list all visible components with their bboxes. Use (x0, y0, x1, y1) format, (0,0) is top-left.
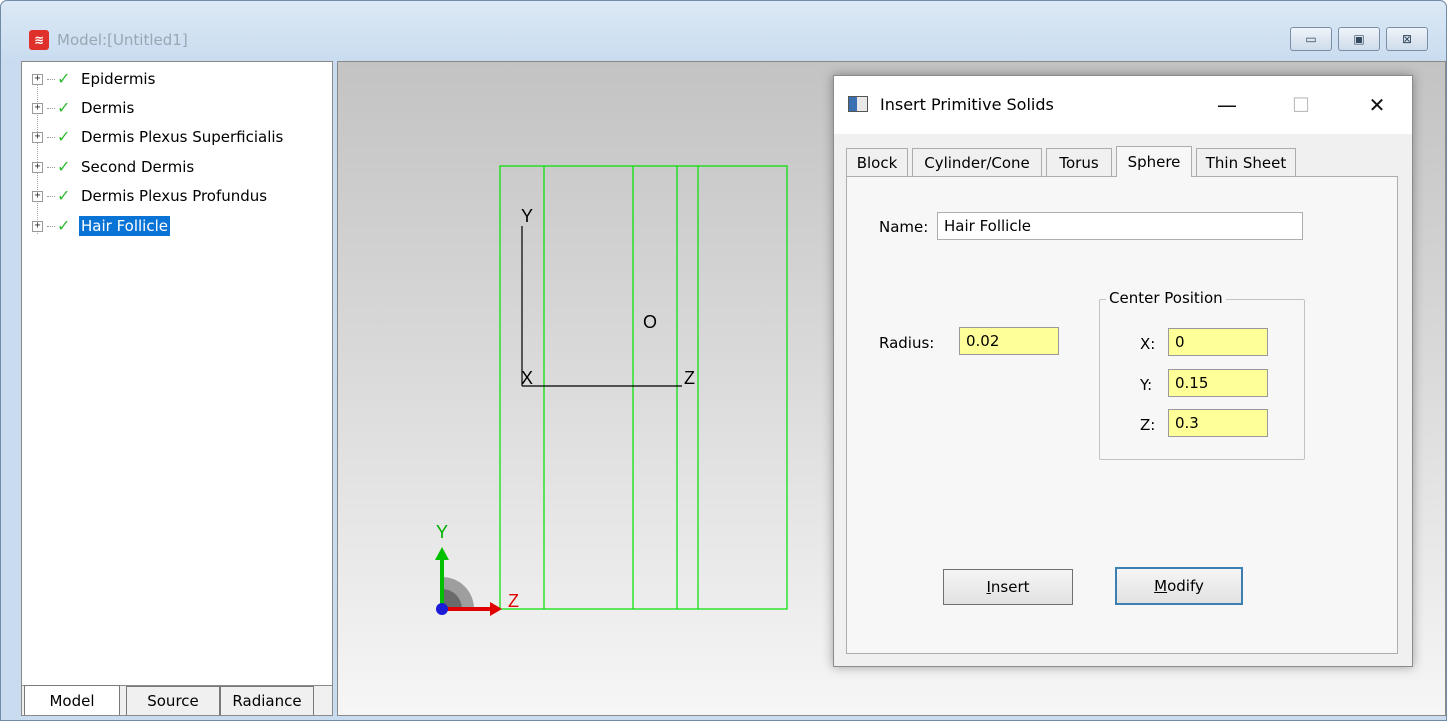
tree-item-dermis[interactable]: + ✓ Dermis (32, 97, 136, 119)
title-bar: ≋ Model:[Untitled1] ▭ ▣ ⊠ (1, 1, 1446, 61)
center-y-field[interactable] (1168, 369, 1268, 397)
tree-dots (47, 136, 55, 138)
scene-axes (521, 226, 682, 387)
tab-thin-sheet[interactable]: Thin Sheet (1196, 148, 1296, 176)
tab-radiance[interactable]: Radiance (220, 686, 314, 715)
checkmark-icon: ✓ (57, 157, 71, 176)
orientation-gizmo (435, 547, 502, 616)
expand-icon[interactable]: + (32, 220, 43, 232)
dialog-minimize-button[interactable]: — (1204, 90, 1250, 120)
tree-dots (47, 195, 55, 197)
expand-icon[interactable]: + (32, 73, 43, 85)
checkmark-icon: ✓ (57, 69, 71, 88)
z-label: Z: (1140, 416, 1156, 434)
gizmo-y-label: Y (436, 522, 448, 542)
model-tree-panel: + ✓ Epidermis + ✓ Dermis + ✓ Dermis Plex… (21, 61, 333, 716)
sphere-tab-panel: Name: Radius: Center Position X: Y: Z: I… (846, 176, 1398, 654)
tab-torus[interactable]: Torus (1046, 148, 1112, 176)
name-label: Name: (879, 218, 929, 236)
tree-item-label: Dermis Plexus Superficialis (81, 128, 284, 146)
dialog-title-bar: Insert Primitive Solids — ☐ ✕ (834, 76, 1412, 134)
dialog-title: Insert Primitive Solids (880, 95, 1054, 114)
expand-icon[interactable]: + (32, 102, 43, 114)
tree-item-dermis-plexus-profundus[interactable]: + ✓ Dermis Plexus Profundus (32, 185, 269, 207)
checkmark-icon: ✓ (57, 98, 71, 117)
checkmark-icon: ✓ (57, 216, 71, 235)
modify-button-label: Modify (1154, 577, 1204, 595)
expand-icon[interactable]: + (32, 131, 43, 143)
close-button[interactable]: ⊠ (1386, 27, 1428, 51)
y-label: Y: (1140, 376, 1153, 394)
modify-button[interactable]: Modify (1115, 567, 1243, 605)
tree-dots (47, 225, 55, 227)
checkmark-icon: ✓ (57, 127, 71, 146)
center-z-field[interactable] (1168, 409, 1268, 437)
expand-icon[interactable]: + (32, 190, 43, 202)
tree-item-label: Second Dermis (81, 158, 195, 176)
expand-icon[interactable]: + (32, 161, 43, 173)
center-position-group: Center Position X: Y: Z: (1099, 289, 1305, 460)
center-position-title: Center Position (1106, 289, 1226, 307)
dialog-maximize-button[interactable]: ☐ (1278, 90, 1324, 120)
insert-primitive-solids-dialog: Insert Primitive Solids — ☐ ✕ Block Cyli… (833, 75, 1413, 667)
tree-item-hair-follicle[interactable]: + ✓ Hair Follicle (32, 215, 170, 237)
name-field[interactable] (937, 212, 1303, 240)
y-axis-label: Y (521, 206, 533, 226)
tree-item-second-dermis[interactable]: + ✓ Second Dermis (32, 156, 196, 178)
tab-block[interactable]: Block (846, 148, 908, 176)
x-label: X: (1140, 335, 1156, 353)
model-outline (499, 165, 788, 610)
tree-dots (47, 78, 55, 80)
tab-source[interactable]: Source (126, 686, 220, 715)
panel-tab-strip: Model Source Radiance (22, 685, 332, 715)
gizmo-y-arrow (435, 547, 449, 560)
dialog-window-icon (848, 96, 868, 112)
model-bounding-rect (499, 165, 788, 610)
tree-item-dermis-plexus-superficialis[interactable]: + ✓ Dermis Plexus Superficialis (32, 126, 285, 148)
main-window: ≋ Model:[Untitled1] ▭ ▣ ⊠ + ✓ Epidermis … (0, 0, 1447, 721)
tree-dots (47, 166, 55, 168)
window-controls: ▭ ▣ ⊠ (1290, 27, 1428, 51)
radius-field[interactable] (959, 327, 1059, 355)
app-logo-icon: ≋ (29, 30, 49, 50)
restore-button[interactable]: ▣ (1338, 27, 1380, 51)
tree-item-label: Dermis Plexus Profundus (81, 187, 268, 205)
tree-item-epidermis[interactable]: + ✓ Epidermis (32, 68, 157, 90)
checkmark-icon: ✓ (57, 186, 71, 205)
tree-item-label: Dermis (81, 99, 135, 117)
tab-sphere[interactable]: Sphere (1116, 146, 1192, 177)
x-axis-label: X (521, 368, 533, 388)
tab-cylinder-cone[interactable]: Cylinder/Cone (912, 148, 1042, 176)
tab-model[interactable]: Model (24, 685, 120, 715)
insert-button-label: Insert (986, 578, 1030, 596)
tree-item-label: Epidermis (81, 70, 156, 88)
gizmo-z-label: Z (508, 591, 519, 611)
dialog-close-button[interactable]: ✕ (1354, 90, 1400, 120)
window-title: Model:[Untitled1] (57, 31, 188, 49)
radius-label: Radius: (879, 334, 935, 352)
minimize-button[interactable]: ▭ (1290, 27, 1332, 51)
tree-dots (47, 107, 55, 109)
gizmo-x-axis (436, 603, 448, 615)
center-x-field[interactable] (1168, 328, 1268, 356)
insert-button[interactable]: Insert (943, 569, 1073, 605)
origin-label: O (643, 312, 657, 332)
z-axis-label: Z (684, 368, 695, 388)
tree-item-label: Hair Follicle (79, 216, 170, 236)
